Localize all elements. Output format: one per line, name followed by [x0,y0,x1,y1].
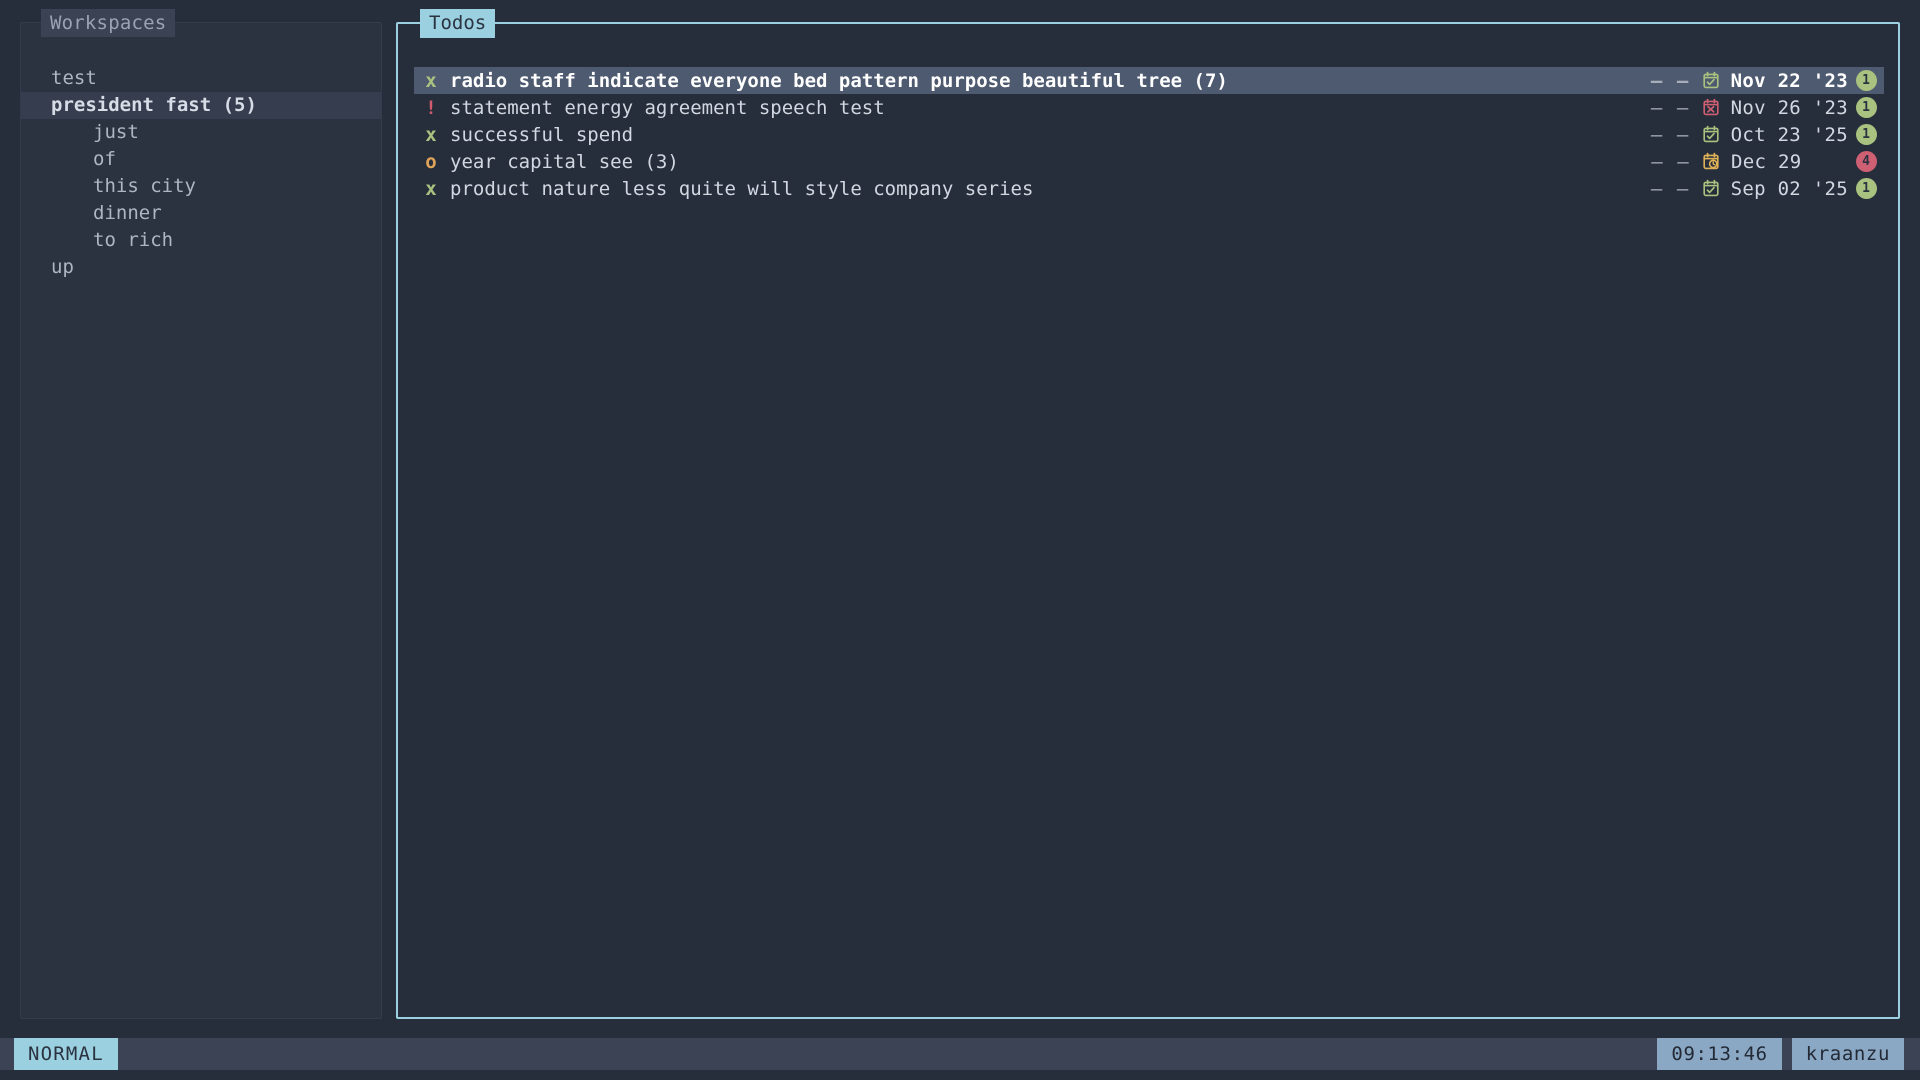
todos-list: x radio staff indicate everyone bed patte… [414,67,1884,202]
todo-status-marker[interactable]: ! [414,97,448,119]
workspaces-list: test president fast (5) just of this city din… [21,65,381,281]
workspace-item[interactable]: just [21,119,381,146]
todo-count-badge: 1 [1855,70,1877,91]
workspace-item[interactable]: president fast (5) [21,92,381,119]
todo-count-badge: 1 [1855,124,1877,145]
todo-column-a: – [1650,96,1663,119]
workspace-item-label: to rich [93,229,174,251]
todo-count-badge: 1 [1855,97,1877,118]
todo-due-date[interactable]: Dec 29 [1726,151,1848,173]
user-name-display: kraanzu [1791,1038,1904,1070]
todo-badge-container: 1 [1848,70,1884,91]
todos-panel-title: Todos [420,9,496,38]
todo-badge-container: 1 [1848,97,1884,118]
todo-column-b: – [1676,96,1689,119]
workspace-item-label: president fast (5) [51,94,257,116]
todo-column-b: – [1677,150,1689,173]
calendar-x-icon [1696,98,1726,117]
workspace-item-label: dinner [93,202,162,224]
todo-status-marker[interactable]: x [414,124,448,146]
calendar-check-icon [1696,125,1726,144]
workspace-item-label: this city [93,175,196,197]
todo-column-a: – [1650,123,1663,146]
clock-display: 09:13:46 [1657,1038,1782,1070]
calendar-check-icon [1696,179,1726,198]
todos-panel: Todos x radio staff indicate everyone bed… [396,9,1900,1019]
workspace-item-label: just [93,121,139,143]
workspaces-panel: Workspaces test president fast (5) just of t… [20,9,382,1019]
todo-due-date[interactable]: Oct 23 '25 [1726,124,1848,146]
todo-badge-container: 4 [1848,151,1884,172]
workspace-item-label: of [93,148,116,170]
todo-text[interactable]: radio staff indicate everyone bed patter… [448,70,1644,92]
todo-column-a: – [1651,150,1663,173]
todo-column-a: – [1650,177,1663,200]
todo-count-badge: 4 [1855,151,1877,172]
todo-text[interactable]: product nature less quite will style com… [448,178,1644,200]
todo-column-b: – [1676,69,1689,92]
app-root: Workspaces test president fast (5) just of t… [0,0,1920,1080]
todo-column-b: – [1676,177,1689,200]
workspace-item[interactable]: dinner [21,200,381,227]
todo-row[interactable]: x successful spend – – Oct 23 '25 1 [414,121,1884,148]
todo-count-badge: 1 [1855,178,1877,199]
todo-text[interactable]: successful spend [448,124,1644,146]
workspaces-panel-title: Workspaces [41,9,176,37]
todo-badge-container: 1 [1848,124,1884,145]
todo-text[interactable]: statement energy agreement speech test [448,97,1644,119]
todo-row[interactable]: ! statement energy agreement speech test –… [414,94,1884,121]
todo-status-marker[interactable]: x [414,178,448,200]
todo-due-date[interactable]: Sep 02 '25 [1726,178,1848,200]
workspace-item[interactable]: test [21,65,381,92]
workspace-item-label: test [51,67,97,89]
todo-text[interactable]: year capital see (3) [448,151,1644,173]
workspace-item[interactable]: of [21,146,381,173]
workspace-item[interactable]: up [21,254,381,281]
todo-badge-container: 1 [1848,178,1884,199]
todo-row[interactable]: x radio staff indicate everyone bed patte… [414,67,1884,94]
todo-status-marker[interactable]: o [414,151,448,173]
workspace-item[interactable]: this city [21,173,381,200]
todo-row[interactable]: x product nature less quite will style co… [414,175,1884,202]
status-bar: NORMAL 09:13:46 kraanzu [0,1038,1920,1070]
todo-column-b: – [1676,123,1689,146]
todo-row[interactable]: o year capital see (3) – – Dec 29 4 [414,148,1884,175]
calendar-clock-icon [1696,152,1726,171]
todo-column-a: – [1650,69,1663,92]
todo-due-date[interactable]: Nov 26 '23 [1726,97,1848,119]
workspace-item[interactable]: to rich [21,227,381,254]
calendar-check-icon [1696,71,1726,90]
todo-due-date[interactable]: Nov 22 '23 [1726,70,1848,92]
todo-status-marker[interactable]: x [414,70,448,92]
workspace-item-label: up [51,256,74,278]
editor-mode-badge: NORMAL [14,1038,118,1070]
